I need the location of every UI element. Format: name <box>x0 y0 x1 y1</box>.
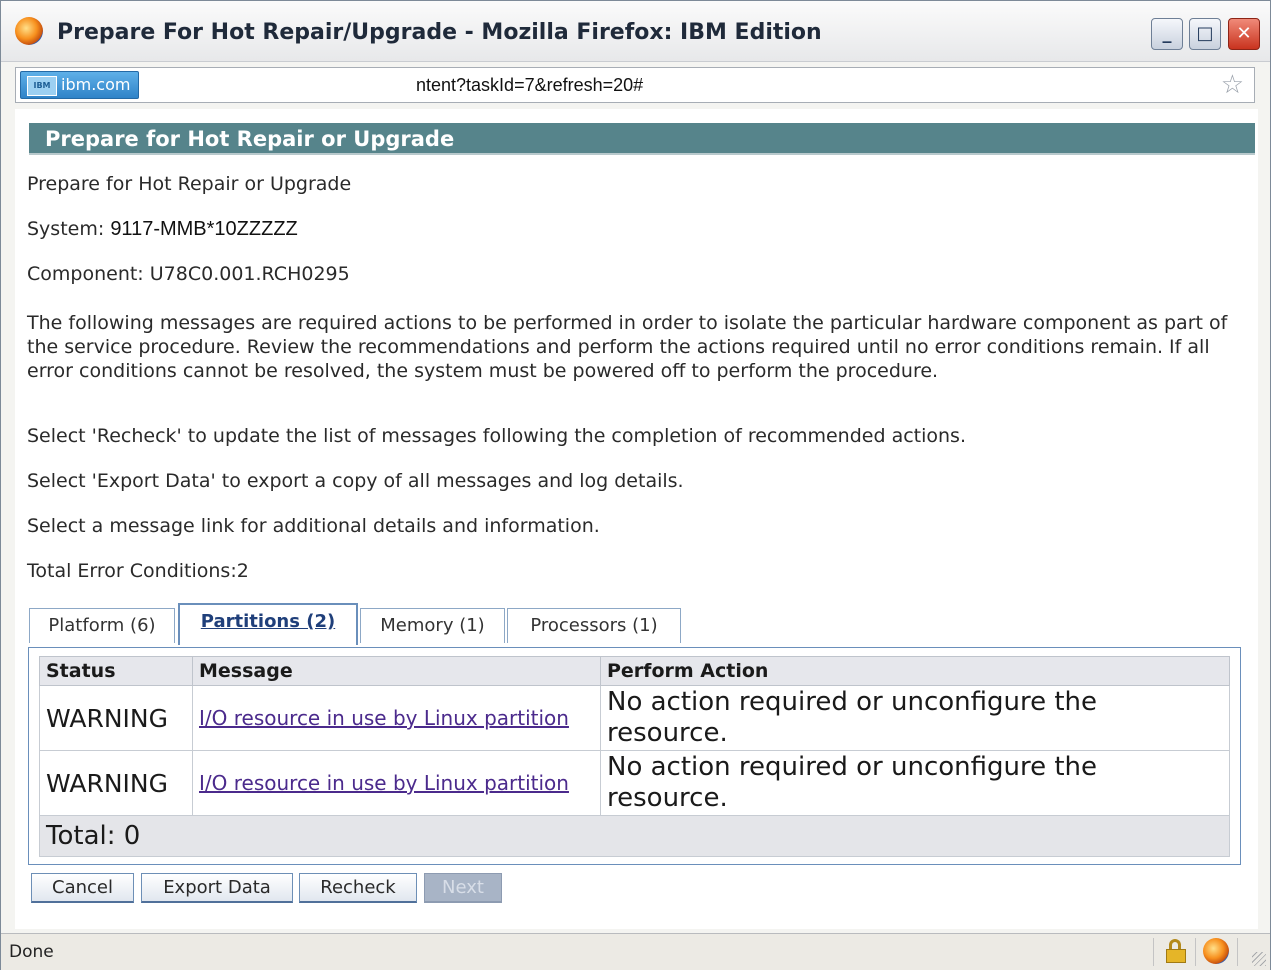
export-hint: Select 'Export Data' to export a copy of… <box>27 470 684 492</box>
resize-grip-icon[interactable] <box>1252 952 1266 966</box>
browser-window: Prepare For Hot Repair/Upgrade - Mozilla… <box>0 0 1271 970</box>
message-hint: Select a message link for additional det… <box>27 515 600 537</box>
page-subtitle: Prepare for Hot Repair or Upgrade <box>27 173 352 195</box>
tab-platform[interactable]: Platform (6) <box>29 608 175 643</box>
site-identity-button[interactable]: IBM ibm.com <box>20 71 140 99</box>
maximize-button[interactable]: □ <box>1189 18 1221 50</box>
close-button[interactable]: ✕ <box>1228 18 1260 50</box>
ibm-site-icon: IBM <box>27 76 57 96</box>
status-divider <box>1153 938 1154 966</box>
status-cell: WARNING <box>39 685 193 751</box>
tab-memory[interactable]: Memory (1) <box>360 608 505 643</box>
export-data-button[interactable]: Export Data <box>141 873 293 903</box>
page-title: Prepare for Hot Repair or Upgrade <box>29 123 1255 155</box>
lock-icon[interactable] <box>1165 939 1187 963</box>
component-line: Component: U78C0.001.RCH0295 <box>27 263 350 285</box>
tab-panel-partitions: Status Message Perform Action WARNING I/… <box>28 647 1241 865</box>
minimize-button[interactable]: _ <box>1151 18 1183 50</box>
cancel-button[interactable]: Cancel <box>31 873 134 903</box>
title-bar[interactable]: Prepare For Hot Repair/Upgrade - Mozilla… <box>1 1 1270 62</box>
message-link[interactable]: I/O resource in use by Linux partition <box>199 706 569 730</box>
url-text[interactable]: ntent?taskId=7&refresh=20# <box>416 75 643 96</box>
tab-partitions[interactable]: Partitions (2) <box>178 603 358 645</box>
firefox-logo-icon <box>15 17 43 45</box>
table-row: WARNING I/O resource in use by Linux par… <box>39 750 1230 816</box>
tab-label: Partitions (2) <box>200 611 336 632</box>
status-text: Done <box>9 942 54 962</box>
component-label: Component: <box>27 263 144 285</box>
action-cell: No action required or unconfigure the re… <box>600 685 1230 751</box>
status-divider <box>1195 938 1196 966</box>
tab-processors[interactable]: Processors (1) <box>507 608 681 643</box>
system-label: System: <box>27 218 105 240</box>
system-line: System: 9117-MMB*10ZZZZZ <box>27 218 298 241</box>
status-divider <box>1237 938 1238 966</box>
lock-body <box>1166 949 1186 963</box>
window-title: Prepare For Hot Repair/Upgrade - Mozilla… <box>57 20 822 45</box>
firefox-status-icon[interactable] <box>1203 938 1229 964</box>
action-cell: No action required or unconfigure the re… <box>600 750 1230 816</box>
messages-table: Status Message Perform Action WARNING I/… <box>39 656 1230 857</box>
bookmark-star-icon[interactable]: ☆ <box>1221 70 1244 100</box>
status-bar: Done <box>1 933 1270 970</box>
total-error-conditions: Total Error Conditions:2 <box>27 560 249 582</box>
site-identity-label: ibm.com <box>61 75 131 94</box>
system-value: 9117-MMB*10ZZZZZ <box>110 218 298 240</box>
recheck-hint: Select 'Recheck' to update the list of m… <box>27 425 966 447</box>
message-cell: I/O resource in use by Linux partition <box>192 685 601 751</box>
description-text: The following messages are required acti… <box>27 312 1228 382</box>
address-bar[interactable]: IBM ibm.com ntent?taskId=7&refresh=20# ☆ <box>15 67 1255 103</box>
total-count: Total: 0 <box>39 815 1230 857</box>
recheck-button[interactable]: Recheck <box>299 873 417 903</box>
tab-label: Memory (1) <box>380 615 485 636</box>
component-value: U78C0.001.RCH0295 <box>149 263 350 285</box>
message-cell: I/O resource in use by Linux partition <box>192 750 601 816</box>
column-header-message[interactable]: Message <box>192 656 601 686</box>
status-cell: WARNING <box>39 750 193 816</box>
table-total-row: Total: 0 <box>39 815 1230 857</box>
message-link[interactable]: I/O resource in use by Linux partition <box>199 771 569 795</box>
column-header-perform-action[interactable]: Perform Action <box>600 656 1230 686</box>
table-header-row: Status Message Perform Action <box>39 656 1230 686</box>
tab-label: Platform (6) <box>48 615 156 636</box>
tab-label: Processors (1) <box>530 615 658 636</box>
next-button[interactable]: Next <box>424 873 502 903</box>
column-header-status[interactable]: Status <box>39 656 193 686</box>
page-content: Prepare for Hot Repair or Upgrade Prepar… <box>15 109 1258 929</box>
table-row: WARNING I/O resource in use by Linux par… <box>39 685 1230 751</box>
